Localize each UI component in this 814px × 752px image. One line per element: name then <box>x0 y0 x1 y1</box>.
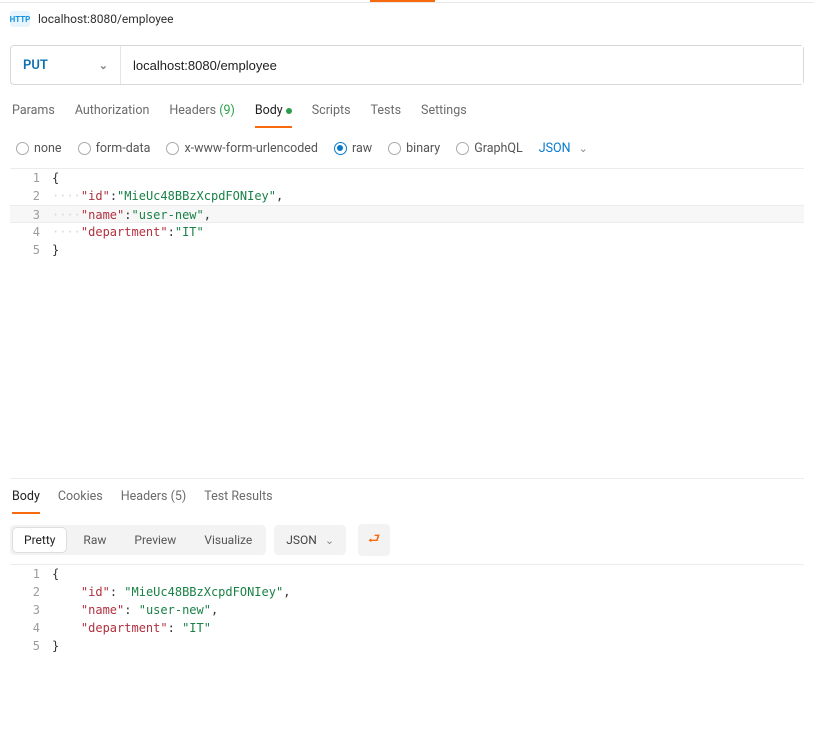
tab-body-label: Body <box>255 103 283 118</box>
request-tab-title: localhost:8080/employee <box>38 12 174 26</box>
chevron-down-icon: ⌄ <box>579 142 588 155</box>
body-format-select[interactable]: JSON ⌄ <box>539 141 588 156</box>
radio-graphql[interactable]: GraphQL <box>456 141 523 156</box>
view-pretty[interactable]: Pretty <box>13 528 66 552</box>
radio-icon <box>388 142 401 155</box>
line-number: 1 <box>10 169 52 187</box>
radio-form-data[interactable]: form-data <box>78 141 151 156</box>
response-tabs: Body Cookies Headers (5) Test Results <box>10 479 804 514</box>
tab-headers[interactable]: Headers (9) <box>169 103 234 128</box>
tab-active-indicator <box>370 0 435 2</box>
request-tabs: Params Authorization Headers (9) Body Sc… <box>10 103 804 129</box>
radio-icon <box>78 142 91 155</box>
tab-headers-label: Headers <box>169 103 216 118</box>
wrap-icon: ⮐ <box>368 528 381 552</box>
radio-icon <box>456 142 469 155</box>
line-number: 1 <box>10 565 52 583</box>
view-preview[interactable]: Preview <box>120 525 190 555</box>
line-number: 4 <box>10 619 52 637</box>
http-method-value: PUT <box>23 58 48 73</box>
radio-x-www-form-urlencoded[interactable]: x-www-form-urlencoded <box>166 141 318 156</box>
chevron-down-icon: ⌄ <box>99 59 108 72</box>
wrap-lines-button[interactable]: ⮐ <box>358 524 390 556</box>
tab-headers-count: (9) <box>219 103 235 118</box>
line-number: 4 <box>10 223 52 241</box>
response-tab-headers-label: Headers <box>121 489 168 504</box>
line-number: 3 <box>10 206 52 222</box>
request-url-bar: PUT ⌄ <box>10 45 804 85</box>
radio-icon <box>16 142 29 155</box>
response-tab-headers-count: (5) <box>171 489 187 504</box>
view-visualize[interactable]: Visualize <box>190 525 266 555</box>
line-number: 5 <box>10 637 52 655</box>
response-panel: Body Cookies Headers (5) Test Results Pr… <box>10 478 804 655</box>
tab-scripts[interactable]: Scripts <box>312 103 351 128</box>
response-tab-headers[interactable]: Headers (5) <box>121 489 186 514</box>
request-tab-header: HTTP localhost:8080/employee <box>0 2 814 35</box>
response-format-value: JSON <box>286 533 317 547</box>
radio-icon <box>334 142 347 155</box>
response-tab-cookies[interactable]: Cookies <box>58 489 103 514</box>
tab-settings[interactable]: Settings <box>421 103 467 128</box>
response-toolbar: Pretty Raw Preview Visualize JSON ⌄ ⮐ <box>10 524 804 556</box>
radio-icon <box>166 142 179 155</box>
view-raw[interactable]: Raw <box>69 525 120 555</box>
radio-binary[interactable]: binary <box>388 141 440 156</box>
line-number: 3 <box>10 601 52 619</box>
line-number: 2 <box>10 187 52 205</box>
response-format-select[interactable]: JSON ⌄ <box>274 525 346 555</box>
response-tab-body[interactable]: Body <box>12 489 40 514</box>
tab-params[interactable]: Params <box>12 103 55 128</box>
modified-dot-icon <box>286 108 292 114</box>
body-type-radios: none form-data x-www-form-urlencoded raw… <box>10 141 804 156</box>
url-input[interactable] <box>121 46 803 84</box>
tab-authorization[interactable]: Authorization <box>75 103 150 128</box>
request-body-editor[interactable]: 1{ 2····"id":"MieUc48BBzXcpdFONIey", 3··… <box>10 168 804 478</box>
line-number: 2 <box>10 583 52 601</box>
response-view-segment: Pretty Raw Preview Visualize <box>10 525 266 555</box>
tab-body[interactable]: Body <box>255 103 292 128</box>
line-number: 5 <box>10 241 52 259</box>
body-format-value: JSON <box>539 141 571 156</box>
http-method-badge: HTTP <box>10 11 30 27</box>
chevron-down-icon: ⌄ <box>325 534 334 547</box>
radio-none[interactable]: none <box>16 141 62 156</box>
tab-tests[interactable]: Tests <box>371 103 401 128</box>
response-body-viewer[interactable]: 1{ 2 "id": "MieUc48BBzXcpdFONIey", 3 "na… <box>10 564 804 655</box>
radio-raw[interactable]: raw <box>334 141 372 156</box>
http-method-select[interactable]: PUT ⌄ <box>11 46 121 84</box>
response-tab-test-results[interactable]: Test Results <box>204 489 272 514</box>
